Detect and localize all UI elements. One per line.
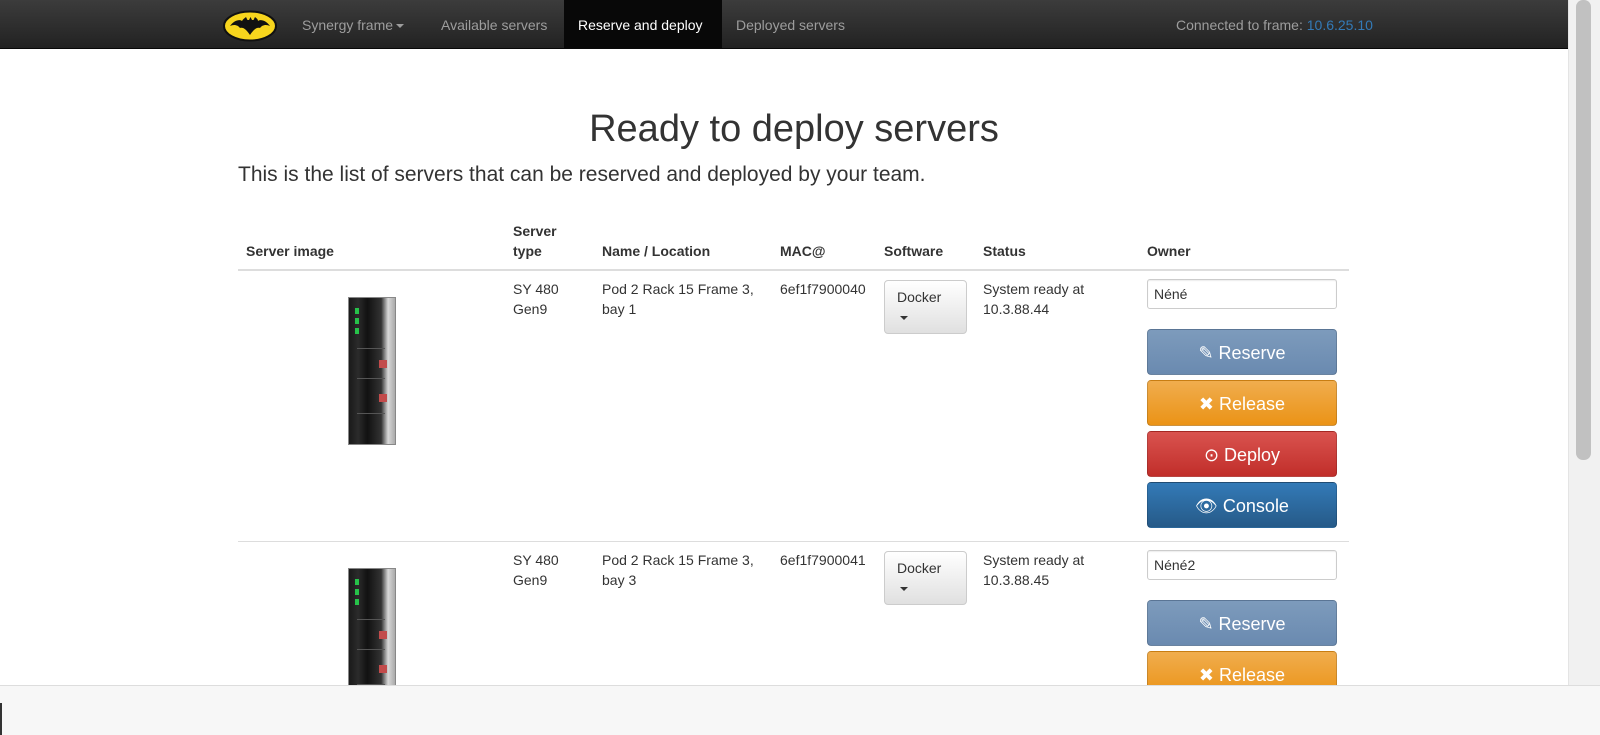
reserve-button[interactable]: ✎ Reserve — [1147, 329, 1337, 375]
nav-synergy-frame-label: Synergy frame — [302, 17, 394, 33]
console-label: Console — [1222, 496, 1289, 516]
caret-down-icon — [396, 24, 405, 29]
play-circle-icon: ⊙ — [1203, 445, 1220, 465]
server-name-location: Pod 2 Rack 15 Frame 3, bay 1 — [594, 269, 772, 542]
close-icon: ✖ — [1198, 394, 1215, 414]
eye-icon: 👁 — [1195, 496, 1218, 516]
nav-deployed-servers[interactable]: Deployed servers — [722, 0, 859, 49]
owner-input[interactable] — [1147, 550, 1337, 580]
bottom-panel — [0, 685, 1600, 735]
caret-down-icon — [900, 316, 908, 321]
server-blade-image — [347, 297, 396, 445]
server-status: System ready at 10.3.88.44 — [975, 269, 1139, 542]
vertical-scrollbar[interactable] — [1568, 0, 1600, 685]
col-header-image: Server image — [238, 213, 505, 271]
page-title: Ready to deploy servers — [589, 108, 999, 150]
col-header-name: Name / Location — [594, 213, 772, 271]
col-header-type: Server type — [505, 213, 594, 271]
pencil-icon: ✎ — [1198, 614, 1214, 634]
servers-table: Server image Server type Name / Location … — [238, 213, 1349, 729]
batman-logo-icon[interactable] — [222, 10, 278, 42]
software-selected: Docker — [897, 560, 942, 576]
table-header-row: Server image Server type Name / Location … — [238, 213, 1349, 271]
owner-input[interactable] — [1147, 279, 1337, 309]
release-label: Release — [1219, 394, 1286, 414]
reserve-label: Reserve — [1218, 343, 1286, 363]
pencil-icon: ✎ — [1198, 343, 1214, 363]
nav-deployed-servers-label: Deployed servers — [736, 17, 845, 33]
release-label: Release — [1219, 665, 1286, 685]
server-type: SY 480 Gen9 — [505, 269, 594, 542]
console-button[interactable]: 👁 Console — [1147, 482, 1337, 528]
reserve-button[interactable]: ✎ Reserve — [1147, 600, 1337, 646]
text-cursor — [0, 703, 2, 735]
connection-status: Connected to frame: 10.6.25.10 — [1176, 0, 1373, 50]
software-dropdown[interactable]: Docker — [884, 280, 967, 334]
release-button[interactable]: ✖ Release — [1147, 380, 1337, 426]
col-header-owner: Owner — [1139, 213, 1349, 271]
software-selected: Docker — [897, 289, 942, 305]
frame-ip-link[interactable]: 10.6.25.10 — [1307, 17, 1373, 33]
col-header-software: Software — [876, 213, 975, 271]
connection-label: Connected to frame: — [1176, 17, 1307, 33]
caret-down-icon — [900, 587, 908, 592]
software-cell: Docker — [876, 269, 975, 542]
software-dropdown[interactable]: Docker — [884, 551, 967, 605]
nav-available-servers[interactable]: Available servers — [427, 0, 561, 49]
reserve-label: Reserve — [1218, 614, 1286, 634]
owner-cell: ✎Reserve ✖Release ⊙Deploy 👁Console — [1139, 269, 1349, 542]
nav-available-servers-label: Available servers — [441, 17, 548, 33]
deploy-label: Deploy — [1224, 445, 1281, 465]
top-navbar: Synergy frame Available servers Reserve … — [0, 0, 1568, 49]
col-header-status: Status — [975, 213, 1139, 271]
page-lead: This is the list of servers that can be … — [238, 163, 926, 186]
deploy-button[interactable]: ⊙ Deploy — [1147, 431, 1337, 477]
table-row: SY 480 Gen9 Pod 2 Rack 15 Frame 3, bay 1… — [238, 269, 1349, 542]
nav-reserve-and-deploy[interactable]: Reserve and deploy — [564, 0, 722, 49]
scrollbar-thumb[interactable] — [1576, 0, 1591, 460]
server-mac: 6ef1f7900040 — [772, 269, 876, 542]
nav-reserve-and-deploy-label: Reserve and deploy — [578, 17, 703, 33]
col-header-mac: MAC@ — [772, 213, 876, 271]
nav-synergy-frame-dropdown[interactable]: Synergy frame — [288, 0, 418, 49]
server-image-cell — [238, 269, 505, 542]
